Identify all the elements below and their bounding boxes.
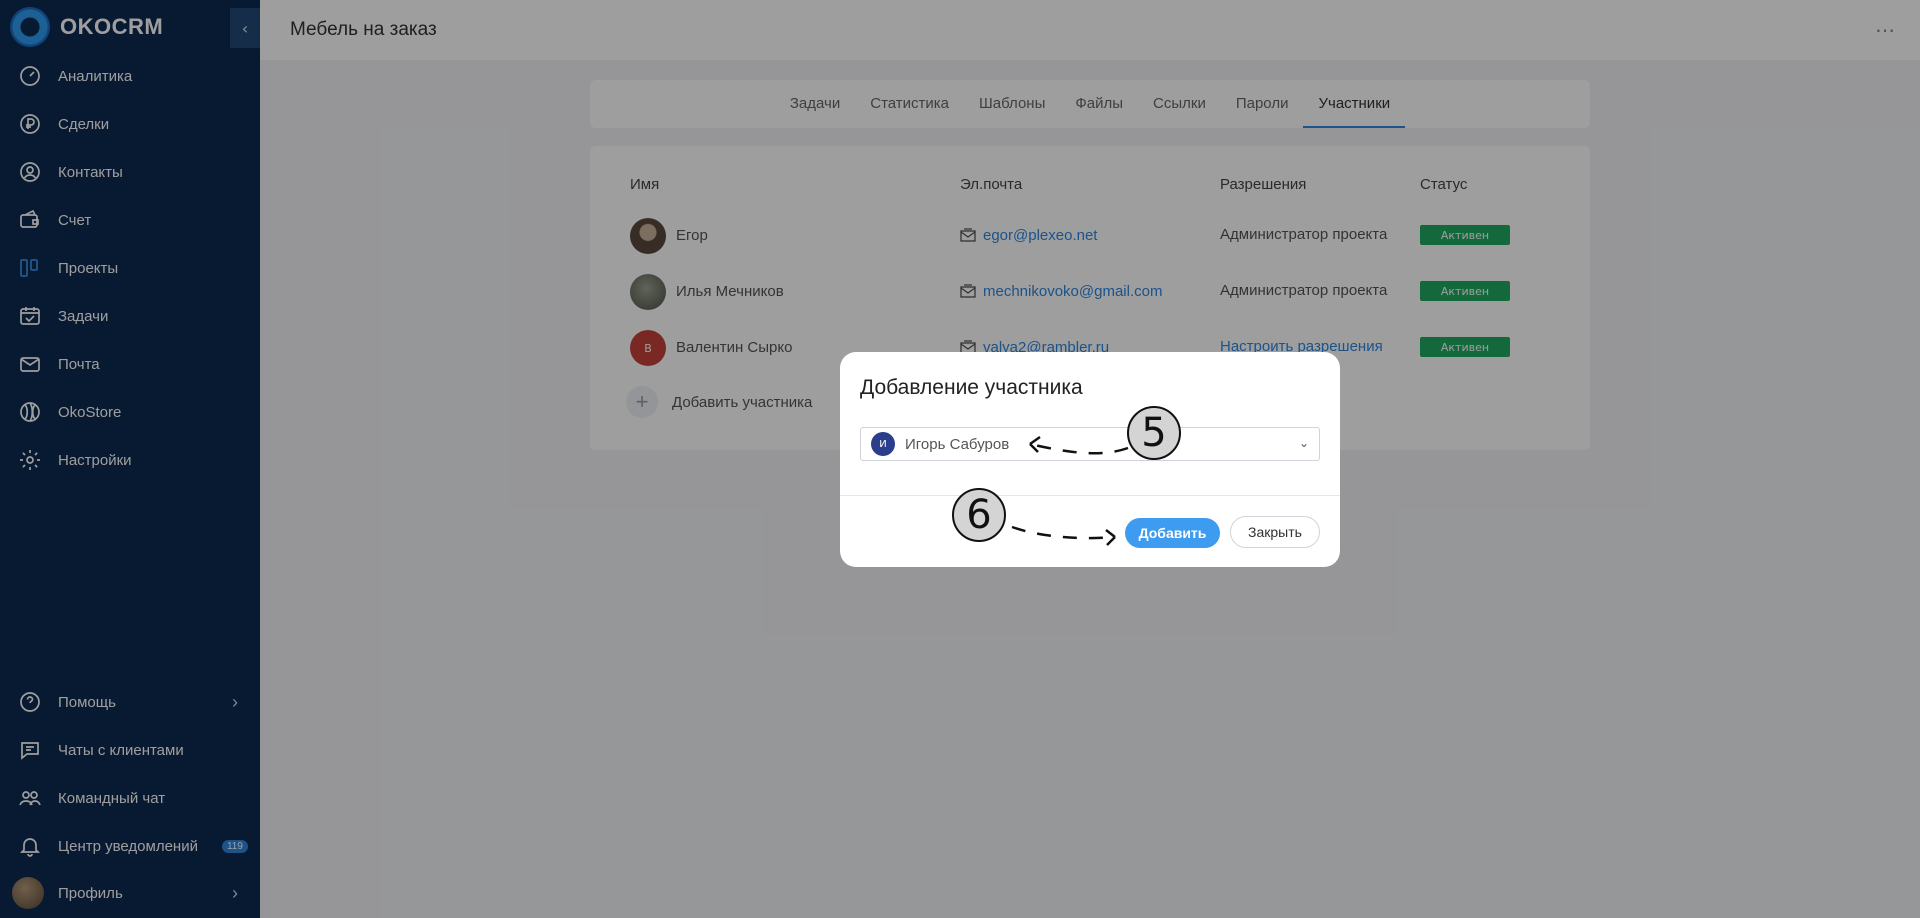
close-button[interactable]: Закрыть xyxy=(1230,516,1320,548)
dialog-divider xyxy=(840,495,1340,496)
avatar: И xyxy=(871,432,895,456)
step-callout-5: 5 xyxy=(1127,406,1181,460)
dialog-title: Добавление участника xyxy=(860,376,1083,399)
member-select[interactable]: И Игорь Сабуров ⌄ xyxy=(860,427,1320,461)
add-button[interactable]: Добавить xyxy=(1125,518,1220,548)
step-callout-6: 6 xyxy=(952,488,1006,542)
add-member-dialog: Добавление участника И Игорь Сабуров ⌄ Д… xyxy=(840,352,1340,567)
selected-member: Игорь Сабуров xyxy=(905,435,1010,453)
chevron-down-icon: ⌄ xyxy=(1298,436,1309,450)
